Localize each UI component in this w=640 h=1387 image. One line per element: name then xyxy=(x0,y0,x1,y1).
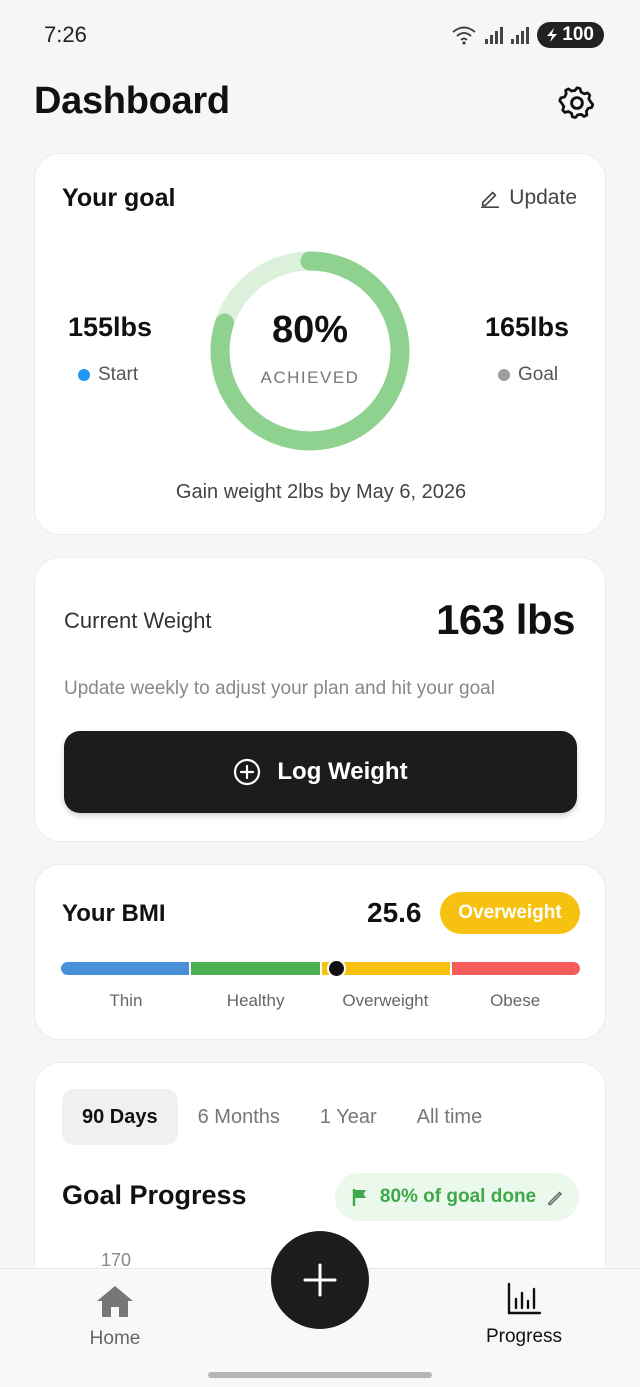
signal-icon-2 xyxy=(511,26,530,44)
pencil-icon xyxy=(548,1191,563,1206)
bmi-card: Your BMI 25.6 Overweight Thin Healthy Ov… xyxy=(34,864,606,1040)
status-bar: 7:26 100 xyxy=(0,0,640,70)
nav-progress[interactable]: Progress xyxy=(470,1281,578,1348)
nav-progress-label: Progress xyxy=(485,1326,563,1347)
wifi-icon xyxy=(452,26,476,45)
update-goal-label: Update xyxy=(509,186,577,209)
start-legend-label: Start xyxy=(98,364,139,385)
bmi-label-overweight: Overweight xyxy=(342,991,429,1010)
goal-note: Gain weight 2lbs by May 6, 2026 xyxy=(175,481,467,503)
bmi-label-healthy: Healthy xyxy=(226,991,285,1010)
tab-90-days[interactable]: 90 Days xyxy=(62,1089,178,1145)
range-tabs: 90 Days 6 Months 1 Year All time xyxy=(62,1089,502,1145)
log-weight-label: Log Weight xyxy=(277,758,408,785)
current-weight-value: 163 lbs xyxy=(436,596,575,643)
home-icon xyxy=(97,1286,133,1317)
gear-icon[interactable] xyxy=(558,84,596,122)
tab-all-time[interactable]: All time xyxy=(397,1089,503,1145)
plus-icon xyxy=(303,1263,337,1297)
log-weight-button[interactable]: Log Weight xyxy=(64,731,577,813)
goal-legend-label: Goal xyxy=(518,364,559,385)
current-weight-card: Current Weight 163 lbs Update weekly to … xyxy=(34,557,606,842)
flag-icon xyxy=(352,1189,366,1206)
bmi-category-badge: Overweight xyxy=(440,892,580,934)
add-entry-button[interactable] xyxy=(271,1231,369,1329)
battery-indicator: 100 xyxy=(537,22,604,48)
bmi-scale-labels: Thin Healthy Overweight Obese xyxy=(61,991,580,1011)
update-goal-button[interactable]: Update xyxy=(479,186,577,210)
goal-progress-title: Goal Progress xyxy=(62,1180,247,1210)
bmi-label-thin: Thin xyxy=(109,991,143,1010)
goal-dot-icon xyxy=(498,369,510,381)
goal-progress-percent: 80% xyxy=(271,309,349,351)
bmi-label-obese: Obese xyxy=(490,991,541,1010)
battery-saver-icon xyxy=(547,28,558,42)
pencil-icon xyxy=(481,191,500,208)
bmi-segment-healthy xyxy=(191,962,320,975)
battery-level: 100 xyxy=(562,24,594,45)
plus-circle-icon xyxy=(234,758,261,786)
goal-progress-badge[interactable]: 80% of goal done xyxy=(335,1173,579,1221)
bmi-segment-thin xyxy=(61,962,190,975)
status-time: 7:26 xyxy=(44,22,87,47)
bar-chart-icon xyxy=(507,1282,542,1315)
goal-card: Your goal Update 155lbs Start 80% ACHIEV… xyxy=(34,153,606,535)
bmi-value: 25.6 xyxy=(367,897,422,928)
home-indicator[interactable] xyxy=(208,1372,432,1378)
goal-progress-badge-label: 80% of goal done xyxy=(379,1186,537,1207)
bmi-segment-obese xyxy=(451,962,580,975)
nav-home-label: Home xyxy=(89,1328,141,1349)
bmi-marker xyxy=(326,959,346,978)
current-weight-label: Current Weight xyxy=(64,608,212,633)
goal-progress-caption: ACHIEVED xyxy=(260,368,360,387)
tab-1-year[interactable]: 1 Year xyxy=(300,1089,397,1145)
status-icons: 100 xyxy=(451,22,604,48)
goal-weight-value: 165lbs xyxy=(485,312,570,342)
bmi-scale-bar xyxy=(61,962,580,975)
start-dot-icon xyxy=(78,369,90,381)
goal-title: Your goal xyxy=(62,184,176,212)
bmi-title: Your BMI xyxy=(62,900,166,927)
nav-home[interactable]: Home xyxy=(75,1283,155,1350)
start-weight-value: 155lbs xyxy=(68,312,153,342)
signal-icon xyxy=(485,26,504,44)
tab-6-months[interactable]: 6 Months xyxy=(178,1089,300,1145)
current-weight-hint: Update weekly to adjust your plan and hi… xyxy=(64,678,495,699)
goal-legend: Goal xyxy=(498,364,558,386)
page-title: Dashboard xyxy=(34,80,230,122)
start-legend: Start xyxy=(78,364,138,386)
